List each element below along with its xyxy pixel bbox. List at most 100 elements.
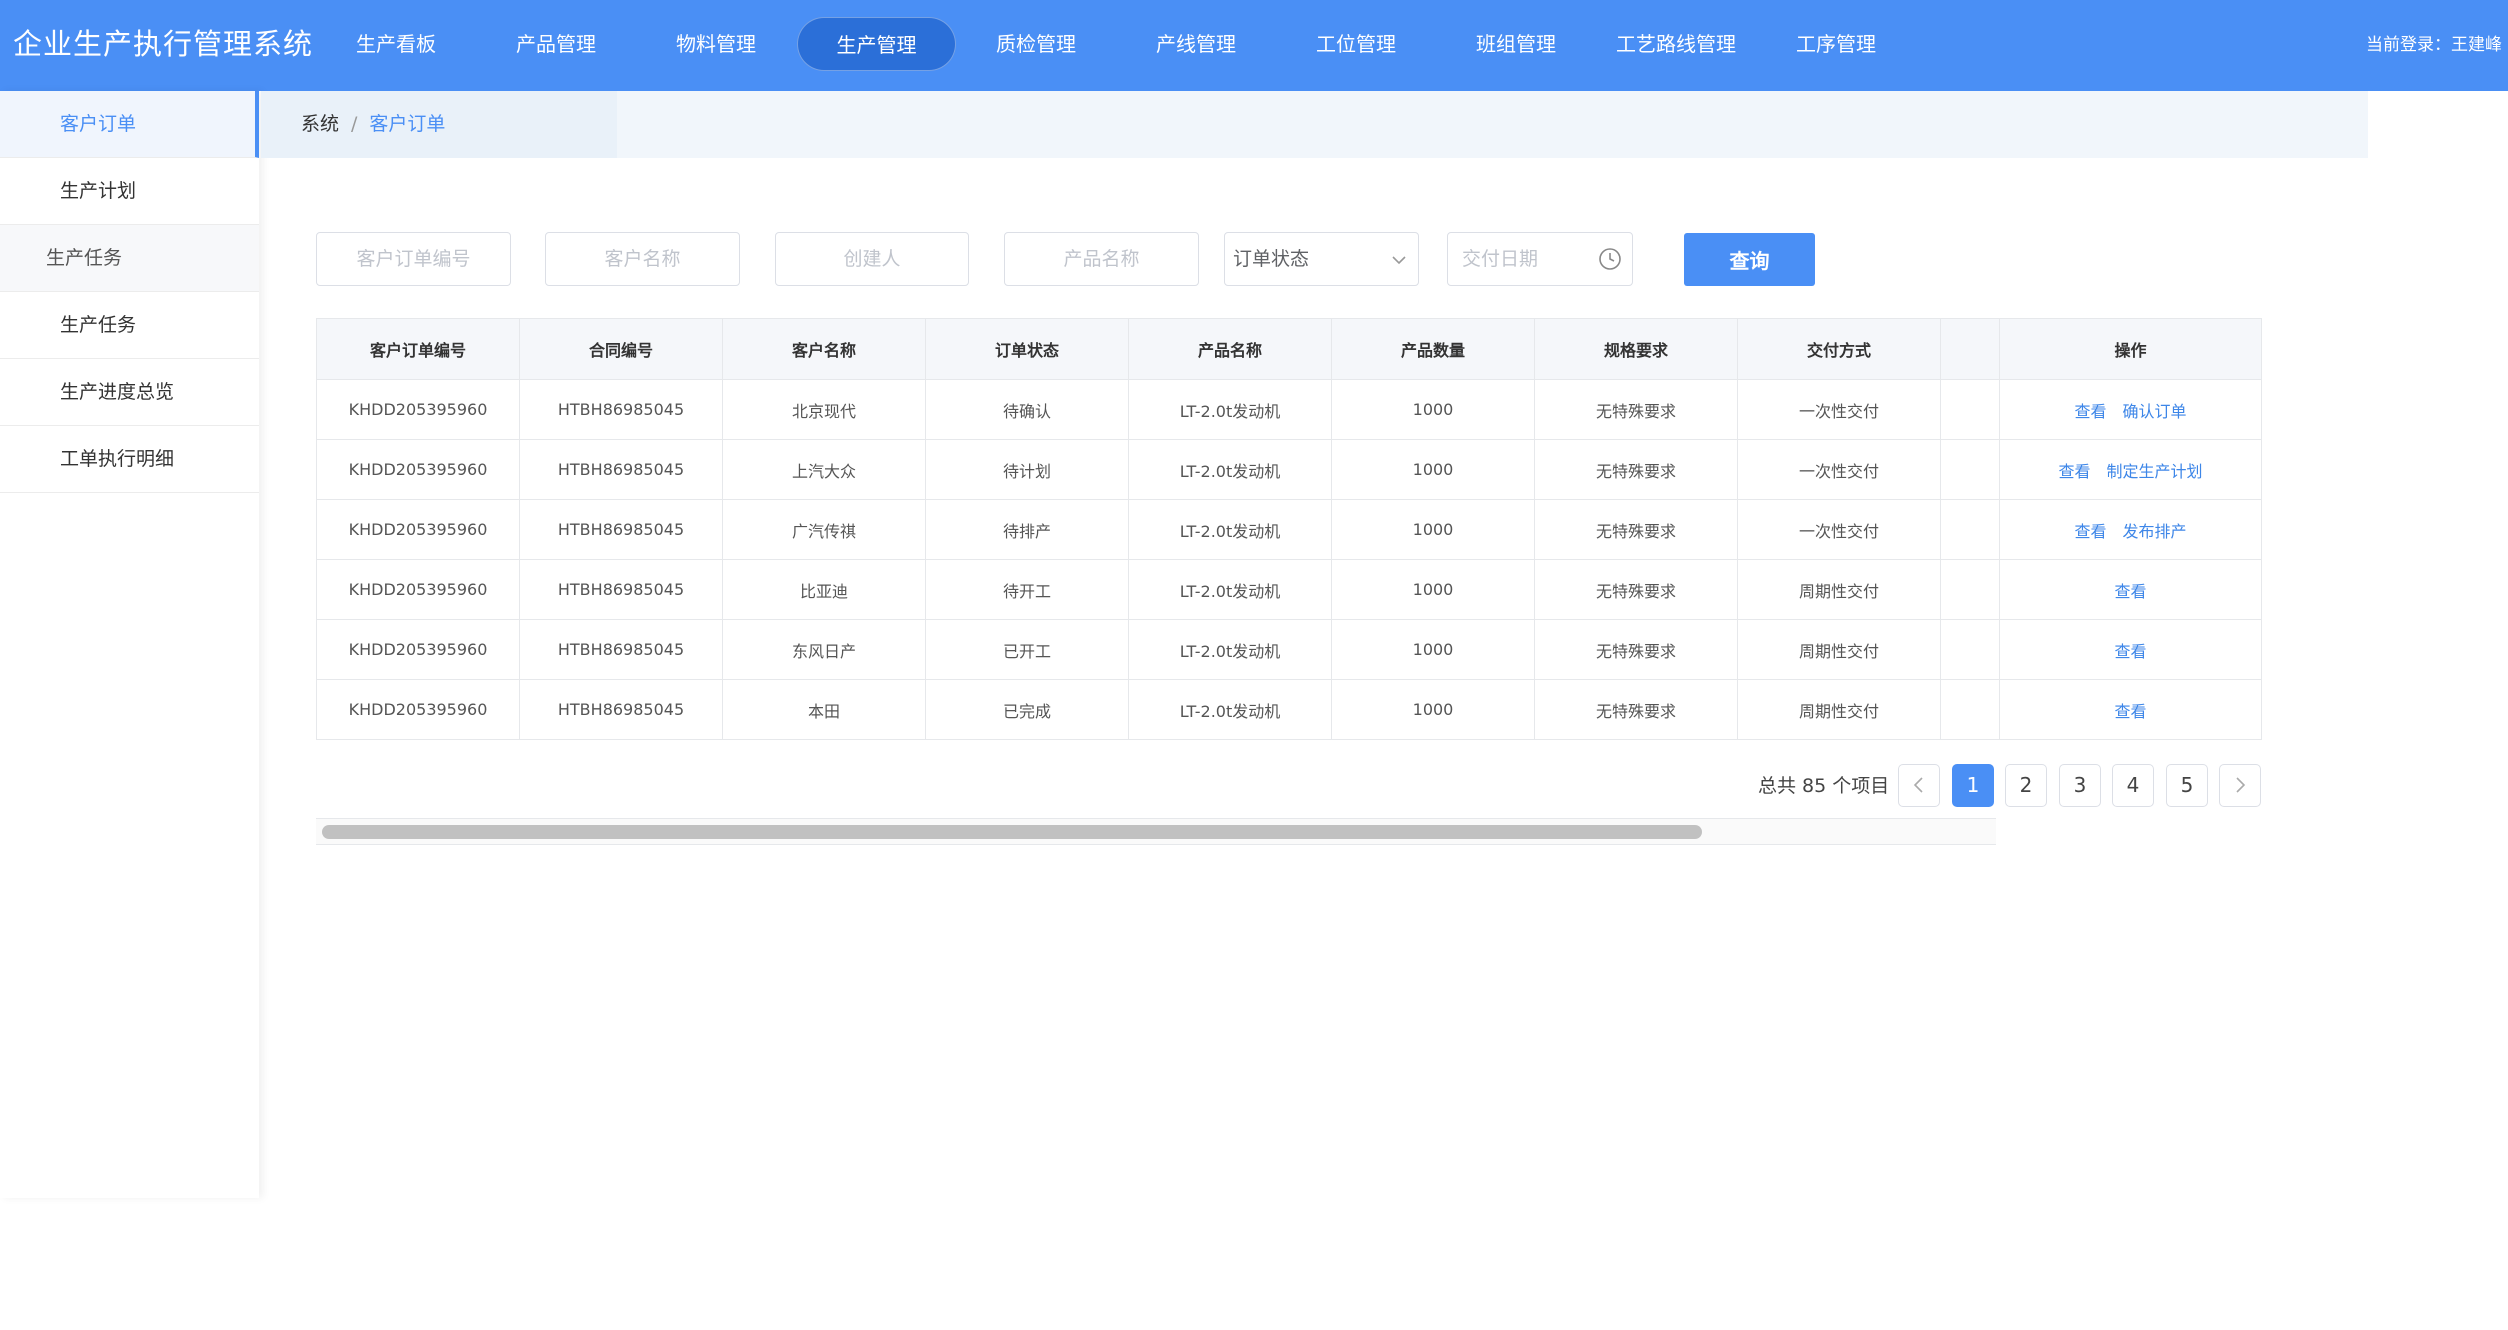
table-cell: LT-2.0t发动机 (1128, 559, 1332, 620)
nav-item-production[interactable]: 生产管理 (797, 17, 956, 71)
table-cell: LT-2.0t发动机 (1128, 619, 1332, 680)
nav-item-processes[interactable]: 工序管理 (1776, 17, 1896, 71)
page-button-4[interactable]: 4 (2112, 764, 2154, 807)
view-link[interactable]: 查看 (2058, 462, 2090, 481)
table-cell: KHDD205395960 (316, 559, 520, 620)
table-cell (1940, 379, 2000, 440)
table-cell: KHDD205395960 (316, 499, 520, 560)
view-link[interactable]: 查看 (2074, 402, 2106, 421)
chevron-right-icon (2236, 777, 2246, 793)
column-header: 规格要求 (1534, 318, 1738, 380)
scrollbar-thumb[interactable] (322, 825, 1702, 839)
table-cell: KHDD205395960 (316, 679, 520, 740)
table-cell: 无特殊要求 (1534, 679, 1738, 740)
page-button-2[interactable]: 2 (2005, 764, 2047, 807)
customer-name-input[interactable] (545, 232, 740, 286)
publish-schedule-link[interactable]: 发布排产 (2123, 522, 2187, 541)
table-cell: 1000 (1331, 679, 1535, 740)
order-number-input[interactable] (316, 232, 511, 286)
delivery-date-picker[interactable]: 交付日期 (1447, 232, 1633, 286)
sidebar-item-work-order-details[interactable]: 工单执行明细 (0, 426, 259, 493)
table-row: KHDD205395960 HTBH86985045 北京现代 待确认 LT-2… (316, 379, 2262, 440)
sidebar-item-production-plan[interactable]: 生产计划 (0, 158, 259, 225)
table-cell: 1000 (1331, 379, 1535, 440)
table-cell: HTBH86985045 (519, 379, 723, 440)
table-cell: 上汽大众 (722, 439, 926, 500)
sidebar-item-production-tasks[interactable]: 生产任务 (0, 292, 259, 359)
table-cell (1940, 559, 2000, 620)
delivery-date-placeholder: 交付日期 (1462, 248, 1539, 270)
table-cell (1940, 619, 2000, 680)
view-link[interactable]: 查看 (2114, 702, 2146, 721)
order-status-select-value: 订单状态 (1233, 248, 1310, 270)
query-button[interactable]: 查询 (1684, 233, 1815, 286)
table-cell: 无特殊要求 (1534, 439, 1738, 500)
prev-page-button[interactable] (1898, 764, 1940, 807)
column-header: 产品数量 (1331, 318, 1535, 380)
column-header: 交付方式 (1737, 318, 1941, 380)
table-cell: 东风日产 (722, 619, 926, 680)
horizontal-scrollbar[interactable] (316, 818, 1996, 845)
column-header: 合同编号 (519, 318, 723, 380)
table-cell: KHDD205395960 (316, 619, 520, 680)
next-page-button[interactable] (2219, 764, 2261, 807)
table-cell: 待确认 (925, 379, 1129, 440)
table-cell: HTBH86985045 (519, 619, 723, 680)
table-cell: 北京现代 (722, 379, 926, 440)
nav-item-quality[interactable]: 质检管理 (976, 17, 1096, 71)
table-cell: 待排产 (925, 499, 1129, 560)
table-row: KHDD205395960 HTBH86985045 上汽大众 待计划 LT-2… (316, 439, 2262, 500)
confirm-order-link[interactable]: 确认订单 (2123, 402, 2187, 421)
order-status-select[interactable]: 订单状态 (1224, 232, 1419, 286)
table-cell: LT-2.0t发动机 (1128, 439, 1332, 500)
table-row: KHDD205395960 HTBH86985045 广汽传祺 待排产 LT-2… (316, 499, 2262, 560)
column-header: 客户订单编号 (316, 318, 520, 380)
table-cell: 无特殊要求 (1534, 559, 1738, 620)
table-cell: HTBH86985045 (519, 439, 723, 500)
table-cell: 1000 (1331, 619, 1535, 680)
current-user: 当前登录：王建峰 (2366, 35, 2502, 55)
view-link[interactable]: 查看 (2074, 522, 2106, 541)
nav-item-dashboard[interactable]: 生产看板 (336, 17, 456, 71)
table-cell: LT-2.0t发动机 (1128, 379, 1332, 440)
table-cell (1940, 499, 2000, 560)
product-name-input[interactable] (1004, 232, 1199, 286)
actions-cell: 查看 (1999, 559, 2262, 620)
table-cell: KHDD205395960 (316, 439, 520, 500)
table-row: KHDD205395960 HTBH86985045 东风日产 已开工 LT-2… (316, 619, 2262, 680)
sidebar-group-production-tasks[interactable]: 生产任务 (0, 225, 259, 292)
table-row: KHDD205395960 HTBH86985045 比亚迪 待开工 LT-2.… (316, 559, 2262, 620)
table-cell: 无特殊要求 (1534, 379, 1738, 440)
make-production-plan-link[interactable]: 制定生产计划 (2107, 462, 2203, 481)
table-cell: KHDD205395960 (316, 379, 520, 440)
nav-item-lines[interactable]: 产线管理 (1136, 17, 1256, 71)
page-button-5[interactable]: 5 (2166, 764, 2208, 807)
view-link[interactable]: 查看 (2114, 582, 2146, 601)
chevron-down-icon (1392, 256, 1406, 265)
column-header: 客户名称 (722, 318, 926, 380)
breadcrumb-root[interactable]: 系统 (301, 113, 339, 135)
breadcrumb-bar: 系统 / 客户订单 (261, 91, 2368, 158)
breadcrumb: 系统 / 客户订单 (301, 91, 445, 157)
sidebar-item-progress-overview[interactable]: 生产进度总览 (0, 359, 259, 426)
breadcrumb-current: 客户订单 (369, 113, 446, 135)
creator-input[interactable] (775, 232, 969, 286)
sidebar-item-customer-orders[interactable]: 客户订单 (0, 91, 259, 158)
table-row: KHDD205395960 HTBH86985045 本田 已完成 LT-2.0… (316, 679, 2262, 740)
top-navigation-bar: 企业生产执行管理系统 生产看板 产品管理 物料管理 生产管理 质检管理 产线管理… (0, 0, 2508, 91)
nav-item-routes[interactable]: 工艺路线管理 (1606, 17, 1746, 71)
nav-item-materials[interactable]: 物料管理 (656, 17, 776, 71)
breadcrumb-separator: / (351, 113, 358, 135)
page-button-3[interactable]: 3 (2059, 764, 2101, 807)
nav-item-teams[interactable]: 班组管理 (1456, 17, 1576, 71)
page-button-1[interactable]: 1 (1952, 764, 1994, 807)
table-cell (1940, 439, 2000, 500)
column-header: 订单状态 (925, 318, 1129, 380)
view-link[interactable]: 查看 (2114, 642, 2146, 661)
nav-item-stations[interactable]: 工位管理 (1296, 17, 1416, 71)
orders-table: 客户订单编号 合同编号 客户名称 订单状态 产品名称 产品数量 规格要求 交付方… (316, 318, 2262, 740)
table-cell: 无特殊要求 (1534, 499, 1738, 560)
table-cell: 1000 (1331, 559, 1535, 620)
nav-item-products[interactable]: 产品管理 (496, 17, 616, 71)
table-cell: HTBH86985045 (519, 559, 723, 620)
